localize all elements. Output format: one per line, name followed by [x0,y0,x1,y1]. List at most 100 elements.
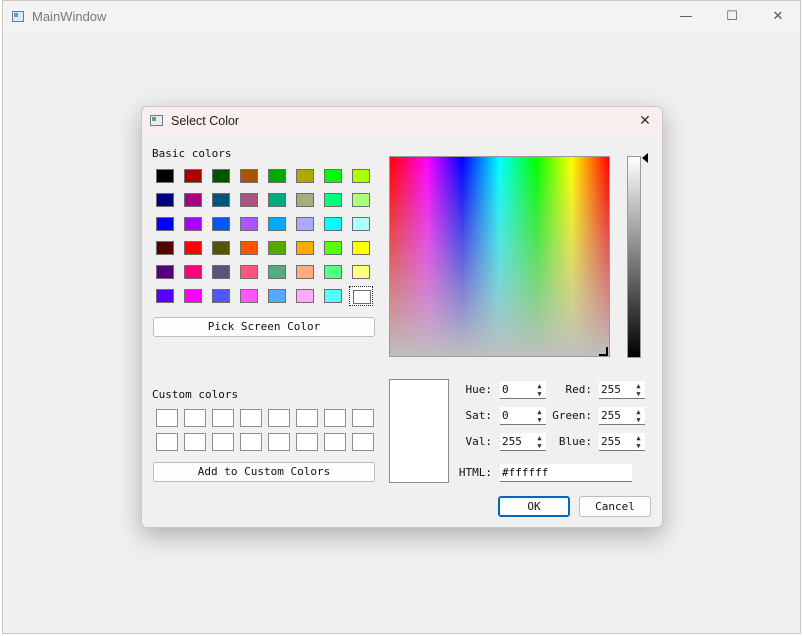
custom-color-swatch[interactable] [268,409,290,427]
basic-color-swatch[interactable] [237,190,261,210]
ok-button[interactable]: OK [498,496,570,517]
custom-color-swatch[interactable] [352,409,374,427]
hue-spinbox[interactable]: 0 ▲ ▼ [500,381,546,399]
basic-color-swatch[interactable] [321,214,345,234]
basic-color-swatch[interactable] [153,214,177,234]
basic-color-swatch[interactable] [349,190,373,210]
green-spin-arrows[interactable]: ▲ ▼ [634,408,643,424]
maximize-button[interactable]: ☐ [709,1,755,33]
custom-color-swatch[interactable] [352,433,374,451]
basic-color-swatch[interactable] [209,238,233,258]
close-button[interactable]: ✕ [755,1,801,33]
custom-color-swatch[interactable] [296,433,318,451]
app-window-icon [12,11,24,22]
custom-color-swatch[interactable] [156,433,178,451]
color-dialog: Select Color ✕ Basic colors Pick Screen … [141,106,663,528]
blue-spinbox[interactable]: 255 ▲ ▼ [599,433,645,451]
basic-color-swatch[interactable] [181,166,205,186]
custom-color-swatch[interactable] [184,409,206,427]
custom-color-swatch[interactable] [212,433,234,451]
basic-color-swatch[interactable] [349,286,373,306]
dialog-close-button[interactable]: ✕ [632,109,658,133]
basic-color-swatch[interactable] [209,166,233,186]
basic-color-swatch[interactable] [209,262,233,282]
custom-color-swatch[interactable] [268,433,290,451]
basic-color-swatch[interactable] [237,238,261,258]
basic-color-swatch[interactable] [321,262,345,282]
html-color-input[interactable]: #ffffff [500,464,632,482]
basic-color-swatch[interactable] [321,190,345,210]
cancel-button[interactable]: Cancel [579,496,651,517]
basic-color-swatch[interactable] [349,166,373,186]
basic-color-swatch[interactable] [209,214,233,234]
value-slider[interactable] [627,156,641,358]
custom-color-swatch[interactable] [324,409,346,427]
hue-saturation-spectrum[interactable] [389,156,610,357]
basic-color-swatch[interactable] [153,262,177,282]
swatch-fill [240,241,258,255]
basic-color-swatch[interactable] [293,262,317,282]
swatch-fill [240,265,258,279]
spectrum-cursor[interactable] [599,347,608,356]
minimize-button[interactable]: — [663,1,709,33]
blue-spin-arrows[interactable]: ▲ ▼ [634,434,643,450]
basic-color-swatch[interactable] [321,238,345,258]
basic-color-swatch[interactable] [265,238,289,258]
swatch-fill [352,217,370,231]
pick-screen-color-button[interactable]: Pick Screen Color [153,317,375,337]
basic-color-swatch[interactable] [153,238,177,258]
custom-color-swatch[interactable] [240,409,262,427]
sat-spinbox[interactable]: 0 ▲ ▼ [500,407,546,425]
custom-color-swatch[interactable] [156,409,178,427]
swatch-fill [240,289,258,303]
basic-color-swatch[interactable] [321,286,345,306]
custom-color-swatch[interactable] [184,433,206,451]
basic-color-swatch[interactable] [181,238,205,258]
basic-color-swatch[interactable] [153,166,177,186]
basic-color-swatch[interactable] [237,214,261,234]
basic-color-swatch[interactable] [293,238,317,258]
basic-color-swatch[interactable] [265,166,289,186]
basic-color-swatch[interactable] [265,214,289,234]
basic-color-swatch[interactable] [293,286,317,306]
red-spinbox[interactable]: 255 ▲ ▼ [599,381,645,399]
basic-color-swatch[interactable] [265,262,289,282]
basic-color-swatch[interactable] [265,286,289,306]
custom-color-swatch[interactable] [324,433,346,451]
custom-color-swatch[interactable] [296,409,318,427]
add-to-custom-colors-button[interactable]: Add to Custom Colors [153,462,375,482]
basic-color-swatch[interactable] [153,286,177,306]
basic-color-swatch[interactable] [153,190,177,210]
basic-color-swatch[interactable] [181,190,205,210]
dialog-title: Select Color [171,114,240,128]
basic-color-swatch[interactable] [209,286,233,306]
basic-color-swatch[interactable] [237,166,261,186]
basic-color-swatch[interactable] [181,262,205,282]
basic-color-swatch[interactable] [293,214,317,234]
basic-color-swatch[interactable] [209,190,233,210]
val-spinbox[interactable]: 255 ▲ ▼ [500,433,546,451]
swatch-fill [352,193,370,207]
basic-color-swatch[interactable] [293,166,317,186]
blue-value: 255 [601,435,621,448]
custom-color-swatch[interactable] [212,409,234,427]
value-slider-arrow[interactable] [642,153,648,163]
sat-spin-arrows[interactable]: ▲ ▼ [535,408,544,424]
swatch-fill [296,193,314,207]
hue-spin-arrows[interactable]: ▲ ▼ [535,382,544,398]
green-spinbox[interactable]: 255 ▲ ▼ [599,407,645,425]
basic-color-swatch[interactable] [293,190,317,210]
basic-color-swatch[interactable] [349,214,373,234]
basic-color-swatch[interactable] [181,214,205,234]
custom-color-swatch[interactable] [240,433,262,451]
red-spin-arrows[interactable]: ▲ ▼ [634,382,643,398]
swatch-fill [268,241,286,255]
basic-color-swatch[interactable] [237,286,261,306]
basic-color-swatch[interactable] [265,190,289,210]
val-spin-arrows[interactable]: ▲ ▼ [535,434,544,450]
basic-color-swatch[interactable] [237,262,261,282]
basic-color-swatch[interactable] [321,166,345,186]
basic-color-swatch[interactable] [349,238,373,258]
basic-color-swatch[interactable] [349,262,373,282]
basic-color-swatch[interactable] [181,286,205,306]
